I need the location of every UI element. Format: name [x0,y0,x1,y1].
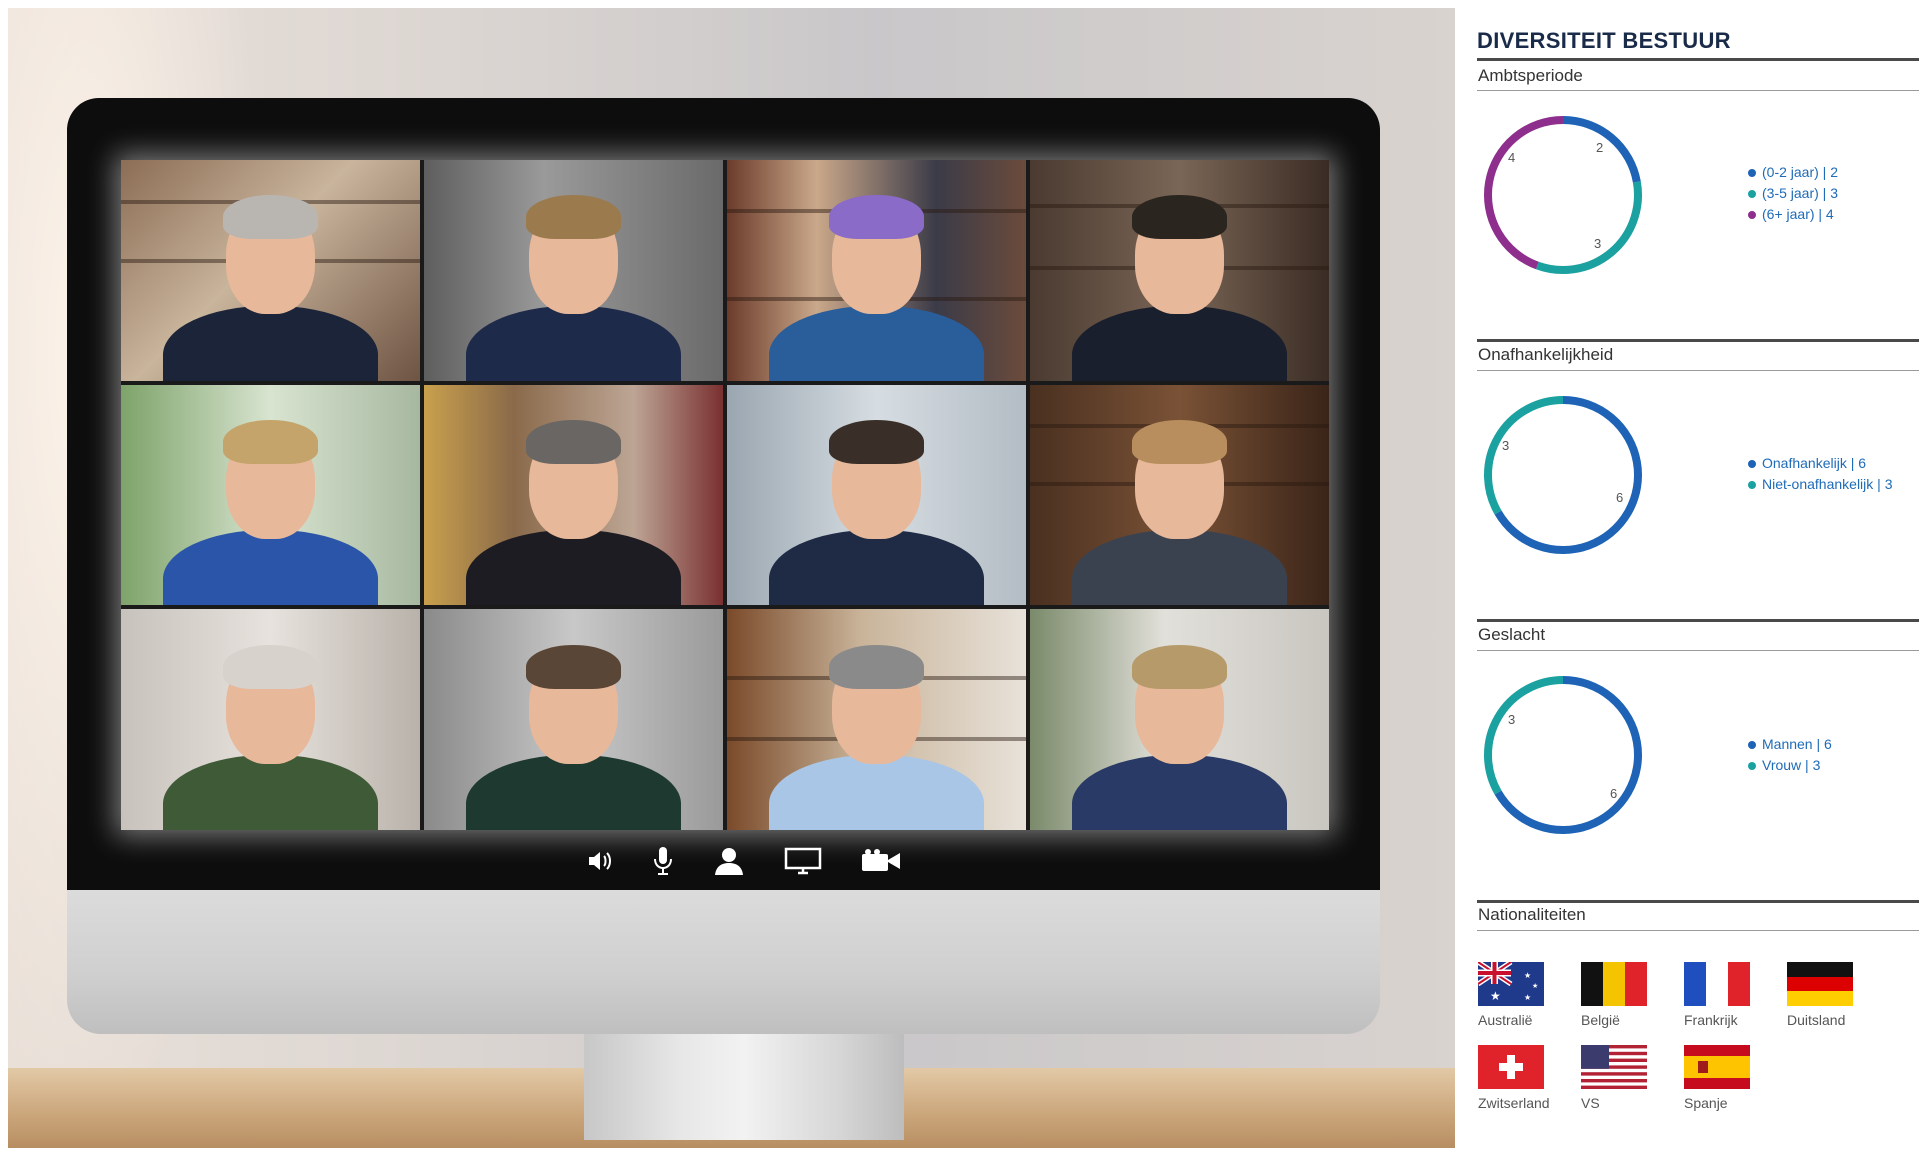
donut-segment [1484,676,1564,795]
donut-segment [1535,181,1642,274]
participant-tile[interactable] [424,609,723,830]
legend-item: (3-5 jaar) | 3 [1748,183,1838,204]
section-divider [1477,90,1919,91]
participant-tile[interactable] [121,384,420,606]
section-divider-thick [1477,619,1919,622]
legend-label: Niet-onafhankelijk | 3 [1762,476,1893,492]
independence-donut-chart: 6 3 [1484,396,1642,554]
legend-dot [1748,168,1756,177]
legend-dot [1748,740,1756,749]
video-call-grid [121,160,1329,830]
australia-flag-icon: ★ ★ ★ ★ [1478,962,1544,1006]
participant-tile[interactable] [1030,384,1329,606]
donut-value-label: 3 [1594,236,1601,251]
legend-item: Mannen | 6 [1748,734,1832,755]
svg-text:★: ★ [1532,982,1538,990]
participant-tile[interactable] [727,609,1026,830]
donut-segment [1484,116,1564,270]
participant-tile[interactable] [1030,609,1329,830]
nationality-spain: Spanje [1684,1045,1784,1111]
nationality-australia: ★ ★ ★ ★ Australië [1478,962,1578,1028]
legend-item: (6+ jaar) | 4 [1748,204,1838,225]
section-divider-thick [1477,900,1919,903]
legend-label: (0-2 jaar) | 2 [1762,164,1838,180]
donut-value-label: 2 [1596,140,1603,155]
country-label: VS [1581,1095,1600,1111]
legend-label: Mannen | 6 [1762,736,1832,752]
legend-item: Onafhankelijk | 6 [1748,453,1892,474]
legend-dot [1748,210,1756,219]
section-title-independence: Onafhankelijkheid [1478,345,1614,364]
legend-label: Onafhankelijk | 6 [1762,455,1867,471]
participants-icon[interactable] [712,846,746,881]
section-title-tenure: Ambtsperiode [1478,66,1583,85]
svg-text:★: ★ [1524,993,1531,1002]
section-divider-thick [1477,339,1919,342]
participant-tile[interactable] [121,160,420,381]
speaker-icon[interactable] [586,848,614,879]
legend-item: Vrouw | 3 [1748,755,1832,776]
participant-tile[interactable] [424,160,723,381]
section-divider [1477,930,1919,931]
participant-tile[interactable] [424,384,723,606]
legend-item: (0-2 jaar) | 2 [1748,162,1838,183]
section-title-gender: Geslacht [1478,625,1546,644]
tenure-donut-chart: 2 3 4 [1484,116,1642,274]
donut-value-label: 4 [1508,150,1515,165]
svg-text:★: ★ [1490,989,1501,1003]
call-toolbar [586,846,902,881]
legend-label: (3-5 jaar) | 3 [1762,185,1838,201]
donut-segment [1494,676,1642,834]
screen-share-icon[interactable] [784,847,822,880]
usa-flag-icon [1581,1045,1647,1089]
monitor-chin [67,886,1380,1034]
country-label: België [1581,1012,1620,1028]
tenure-legend: (0-2 jaar) | 2 (3-5 jaar) | 3 (6+ jaar) … [1748,162,1838,225]
legend-dot [1748,459,1756,468]
donut-segment [1484,396,1564,515]
gender-legend: Mannen | 6 Vrouw | 3 [1748,734,1832,776]
nationality-france: Frankrijk [1684,962,1784,1028]
participant-tile[interactable] [727,160,1026,381]
legend-dot [1748,761,1756,770]
donut-value-label: 6 [1616,490,1623,505]
independence-legend: Onafhankelijk | 6 Niet-onafhankelijk | 3 [1748,453,1892,495]
donut-value-label: 6 [1610,786,1617,801]
country-label: Frankrijk [1684,1012,1738,1028]
legend-item: Niet-onafhankelijk | 3 [1748,474,1892,495]
legend-dot [1748,480,1756,489]
donut-value-label: 3 [1502,438,1509,453]
svg-text:★: ★ [1524,971,1531,980]
section-title-nationalities: Nationaliteiten [1478,905,1586,924]
participant-tile[interactable] [727,384,1026,606]
donut-value-label: 3 [1508,712,1515,727]
switzerland-flag-icon [1478,1045,1544,1089]
country-label: Duitsland [1787,1012,1846,1028]
legend-label: Vrouw | 3 [1762,757,1821,773]
title-divider [1477,58,1919,61]
belgium-flag-icon [1581,962,1647,1006]
participant-tile[interactable] [121,609,420,830]
nationality-germany: Duitsland [1787,962,1887,1028]
france-flag-icon [1684,962,1750,1006]
nationality-usa: VS [1581,1045,1681,1111]
legend-label: (6+ jaar) | 4 [1762,206,1834,222]
camera-icon[interactable] [860,848,902,879]
country-label: Zwitserland [1478,1095,1550,1111]
panel-title: DIVERSITEIT BESTUUR [1477,28,1731,53]
germany-flag-icon [1787,962,1853,1006]
country-label: Australië [1478,1012,1533,1028]
section-divider [1477,650,1919,651]
nationality-switzerland: Zwitserland [1478,1045,1578,1111]
spain-flag-icon [1684,1045,1750,1089]
monitor-stand [584,1030,904,1140]
microphone-icon[interactable] [652,846,674,881]
nationality-belgium: België [1581,962,1681,1028]
participant-tile[interactable] [1030,160,1329,381]
legend-dot [1748,189,1756,198]
donut-segment [1494,396,1642,554]
country-label: Spanje [1684,1095,1728,1111]
gender-donut-chart: 6 3 [1484,676,1642,834]
section-divider [1477,370,1919,371]
